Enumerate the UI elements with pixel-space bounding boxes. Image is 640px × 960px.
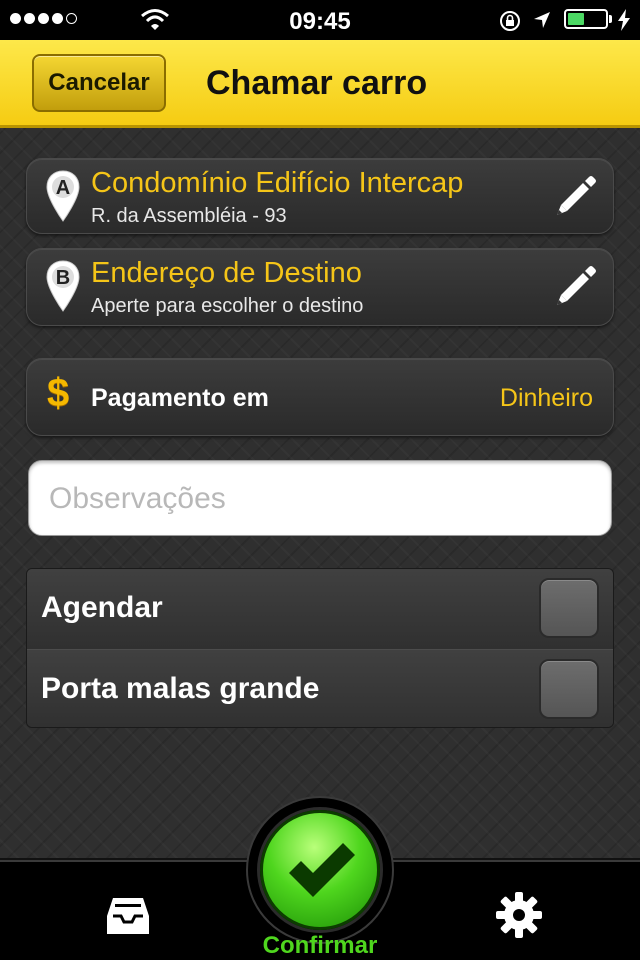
- pencil-icon[interactable]: [553, 173, 599, 219]
- pickup-address-card[interactable]: A Condomínio Edifício Intercap R. da Ass…: [26, 158, 614, 234]
- large-trunk-checkbox[interactable]: [539, 659, 599, 719]
- option-row-schedule[interactable]: Agendar: [27, 569, 613, 650]
- dollar-icon: $: [47, 371, 70, 415]
- pencil-icon[interactable]: [553, 263, 599, 309]
- confirm-button[interactable]: [260, 810, 380, 930]
- destination-subtitle: Aperte para escolher o destino: [91, 295, 364, 317]
- navigation-bar: Cancelar Chamar carro: [0, 40, 640, 128]
- confirm-label: Confirmar: [262, 932, 378, 959]
- option-label-large-trunk: Porta malas grande: [41, 672, 320, 705]
- charging-bolt-icon: [618, 9, 630, 31]
- payment-value: Dinheiro: [499, 384, 593, 412]
- map-pin-b-icon: B: [46, 260, 80, 312]
- status-bar: 09:45: [0, 0, 640, 40]
- page-title: Chamar carro: [206, 64, 428, 102]
- pickup-subtitle: R. da Assembléia - 93: [91, 205, 287, 227]
- payment-label: Pagamento em: [91, 384, 269, 412]
- inbox-tray-icon[interactable]: [105, 896, 151, 936]
- battery-tip: [609, 15, 612, 23]
- options-group: Agendar Porta malas grande: [26, 568, 614, 728]
- observations-field-container: [28, 460, 612, 537]
- rotation-lock-icon: [500, 11, 520, 31]
- checkmark-icon: [289, 843, 355, 897]
- map-pin-a-icon: A: [46, 170, 80, 222]
- pin-letter-b: B: [56, 267, 70, 289]
- destination-title: Endereço de Destino: [91, 257, 362, 289]
- battery-icon: [564, 9, 608, 29]
- option-label-schedule: Agendar: [41, 591, 163, 624]
- pickup-title: Condomínio Edifício Intercap: [91, 167, 464, 199]
- payment-method-card[interactable]: $ Pagamento em Dinheiro: [26, 358, 614, 436]
- schedule-checkbox[interactable]: [539, 578, 599, 638]
- location-arrow-icon: [534, 12, 550, 28]
- cancel-button[interactable]: Cancelar: [32, 54, 166, 112]
- destination-address-card[interactable]: B Endereço de Destino Aperte para escolh…: [26, 248, 614, 326]
- observations-input[interactable]: [47, 461, 591, 537]
- option-row-large-trunk[interactable]: Porta malas grande: [27, 649, 613, 727]
- pin-letter-a: A: [56, 177, 70, 199]
